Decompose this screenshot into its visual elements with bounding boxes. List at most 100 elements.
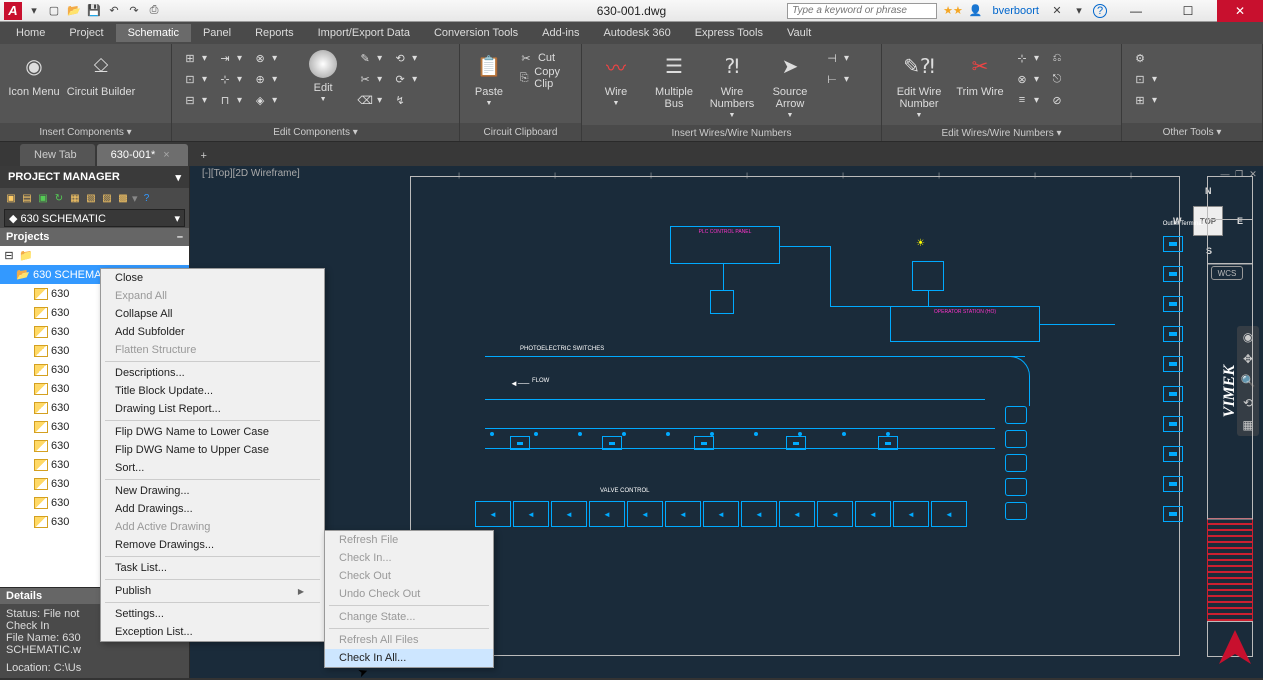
- tab-autodesk360[interactable]: Autodesk 360: [591, 24, 682, 42]
- qat-dropdown-icon[interactable]: ▾: [26, 3, 42, 19]
- tab-close-icon[interactable]: ×: [163, 149, 169, 161]
- pm-new-icon[interactable]: ▣: [4, 191, 18, 205]
- align-tool-3[interactable]: ⊓▾: [213, 90, 246, 110]
- other-2[interactable]: ⊡▾: [1128, 69, 1161, 89]
- tab-schematic[interactable]: Schematic: [116, 24, 191, 42]
- align-tool-1[interactable]: ⇥▾: [213, 48, 246, 68]
- context-menu-item[interactable]: Collapse All: [101, 305, 324, 323]
- pm-projects-header[interactable]: Projects–: [0, 228, 189, 246]
- edit-wire-number-button[interactable]: ✎⁈Edit Wire Number▼: [888, 48, 950, 121]
- pm-refresh-icon[interactable]: ↻: [52, 191, 66, 205]
- edit-small-1[interactable]: ✎▾: [353, 48, 386, 68]
- pm-tool7-icon[interactable]: ▨: [100, 191, 114, 205]
- tab-conversion[interactable]: Conversion Tools: [422, 24, 530, 42]
- other-1[interactable]: ⚙: [1128, 48, 1161, 68]
- tab-addins[interactable]: Add-ins: [530, 24, 591, 42]
- ew-small-5[interactable]: ⎋: [1045, 69, 1069, 89]
- edit-button[interactable]: Edit▼: [295, 48, 351, 105]
- trim-wire-button[interactable]: ✂Trim Wire: [952, 48, 1008, 100]
- circuit-builder-button[interactable]: ⎐Circuit Builder: [64, 48, 138, 100]
- misc-tool-2[interactable]: ⊕▾: [248, 69, 281, 89]
- new-icon[interactable]: ▢: [46, 3, 62, 19]
- panel-label-edit-wires[interactable]: Edit Wires/Wire Numbers ▾: [882, 125, 1121, 141]
- tab-vault[interactable]: Vault: [775, 24, 823, 42]
- tab-home[interactable]: Home: [4, 24, 57, 42]
- minimize-button[interactable]: —: [1113, 0, 1159, 22]
- context-menu-item[interactable]: Close: [101, 269, 324, 287]
- new-tab-button[interactable]: +: [194, 146, 214, 166]
- context-menu-item[interactable]: Settings...: [101, 605, 324, 623]
- context-menu-item[interactable]: Exception List...: [101, 623, 324, 641]
- context-menu-item[interactable]: Add Drawings...: [101, 500, 324, 518]
- context-menu-item[interactable]: Task List...: [101, 559, 324, 577]
- grid-tool-3[interactable]: ⊟▾: [178, 90, 211, 110]
- tab-panel[interactable]: Panel: [191, 24, 243, 42]
- user-name[interactable]: bverboort: [989, 5, 1043, 17]
- exchange-icon[interactable]: ✕: [1049, 3, 1065, 19]
- tab-reports[interactable]: Reports: [243, 24, 306, 42]
- pm-tool5-icon[interactable]: ▦: [68, 191, 82, 205]
- context-menu-item[interactable]: Add Subfolder: [101, 323, 324, 341]
- copy-clip-button[interactable]: ⎘Copy Clip: [514, 68, 575, 88]
- pm-tool6-icon[interactable]: ▧: [84, 191, 98, 205]
- ew-small-4[interactable]: ⎌: [1045, 48, 1069, 68]
- submenu-item[interactable]: Check In All...: [325, 649, 493, 667]
- favorite-icon[interactable]: ★★: [943, 4, 963, 17]
- tab-express[interactable]: Express Tools: [683, 24, 775, 42]
- doc-tab-new[interactable]: New Tab: [20, 144, 95, 166]
- wire-numbers-button[interactable]: ⁈Wire Numbers▼: [704, 48, 760, 121]
- context-menu-item[interactable]: Title Block Update...: [101, 382, 324, 400]
- pm-dropdown-icon[interactable]: ▾: [175, 171, 181, 184]
- grid-tool-1[interactable]: ⊞▾: [178, 48, 211, 68]
- redo-icon[interactable]: ↷: [126, 3, 142, 19]
- user-icon[interactable]: 👤: [969, 4, 983, 17]
- pm-tool8-icon[interactable]: ▩: [116, 191, 130, 205]
- source-arrow-button[interactable]: ➤Source Arrow▼: [762, 48, 818, 121]
- grid-tool-2[interactable]: ⊡▾: [178, 69, 211, 89]
- close-button[interactable]: ✕: [1217, 0, 1263, 22]
- context-menu-item[interactable]: Descriptions...: [101, 364, 324, 382]
- doc-tab-active[interactable]: 630-001*×: [97, 144, 188, 166]
- wire-small-1[interactable]: ⊣▾: [820, 48, 853, 68]
- align-tool-2[interactable]: ⊹▾: [213, 69, 246, 89]
- viewport-info[interactable]: [-][Top][2D Wireframe]: [202, 168, 300, 179]
- tab-import-export[interactable]: Import/Export Data: [306, 24, 422, 42]
- undo-icon[interactable]: ↶: [106, 3, 122, 19]
- edit-small-2[interactable]: ✂▾: [353, 69, 386, 89]
- ew-small-3[interactable]: ≡▾: [1010, 90, 1043, 110]
- open-icon[interactable]: 📂: [66, 3, 82, 19]
- ew-small-6[interactable]: ⊘: [1045, 90, 1069, 110]
- panel-label-other[interactable]: Other Tools ▾: [1122, 123, 1262, 141]
- context-menu-item[interactable]: Publish▶: [101, 582, 324, 600]
- tab-project[interactable]: Project: [57, 24, 115, 42]
- edit-small-6[interactable]: ↯: [388, 90, 421, 110]
- app-logo[interactable]: A: [4, 2, 22, 20]
- context-menu-item[interactable]: Remove Drawings...: [101, 536, 324, 554]
- panel-label-insert-components[interactable]: Insert Components ▾: [0, 123, 171, 141]
- context-menu-item[interactable]: New Drawing...: [101, 482, 324, 500]
- pm-project-combo[interactable]: ◆ 630 SCHEMATIC▾: [4, 209, 185, 227]
- ew-small-1[interactable]: ⊹▾: [1010, 48, 1043, 68]
- context-menu-item[interactable]: Flip DWG Name to Upper Case: [101, 441, 324, 459]
- context-menu-item[interactable]: Sort...: [101, 459, 324, 477]
- maximize-button[interactable]: ☐: [1165, 0, 1211, 22]
- misc-tool-3[interactable]: ◈▾: [248, 90, 281, 110]
- pm-help-icon[interactable]: ?: [140, 191, 154, 205]
- wire-small-2[interactable]: ⊢▾: [820, 69, 853, 89]
- keyword-search-input[interactable]: [787, 3, 937, 19]
- other-3[interactable]: ⊞▾: [1128, 90, 1161, 110]
- edit-small-5[interactable]: ⟳▾: [388, 69, 421, 89]
- pm-save-icon[interactable]: ▣: [36, 191, 50, 205]
- edit-small-3[interactable]: ⌫▾: [353, 90, 386, 110]
- icon-menu-button[interactable]: ◉Icon Menu: [6, 48, 62, 100]
- panel-label-edit-components[interactable]: Edit Components ▾: [172, 123, 459, 141]
- pm-open-icon[interactable]: ▤: [20, 191, 34, 205]
- help-dropdown-icon[interactable]: ▾: [1071, 3, 1087, 19]
- misc-tool-1[interactable]: ⊗▾: [248, 48, 281, 68]
- wire-button[interactable]: 〰Wire▼: [588, 48, 644, 109]
- edit-small-4[interactable]: ⟲▾: [388, 48, 421, 68]
- save-icon[interactable]: 💾: [86, 3, 102, 19]
- cut-button[interactable]: ✂Cut: [514, 48, 575, 68]
- context-menu-item[interactable]: Flip DWG Name to Lower Case: [101, 423, 324, 441]
- multiple-bus-button[interactable]: ☰Multiple Bus: [646, 48, 702, 112]
